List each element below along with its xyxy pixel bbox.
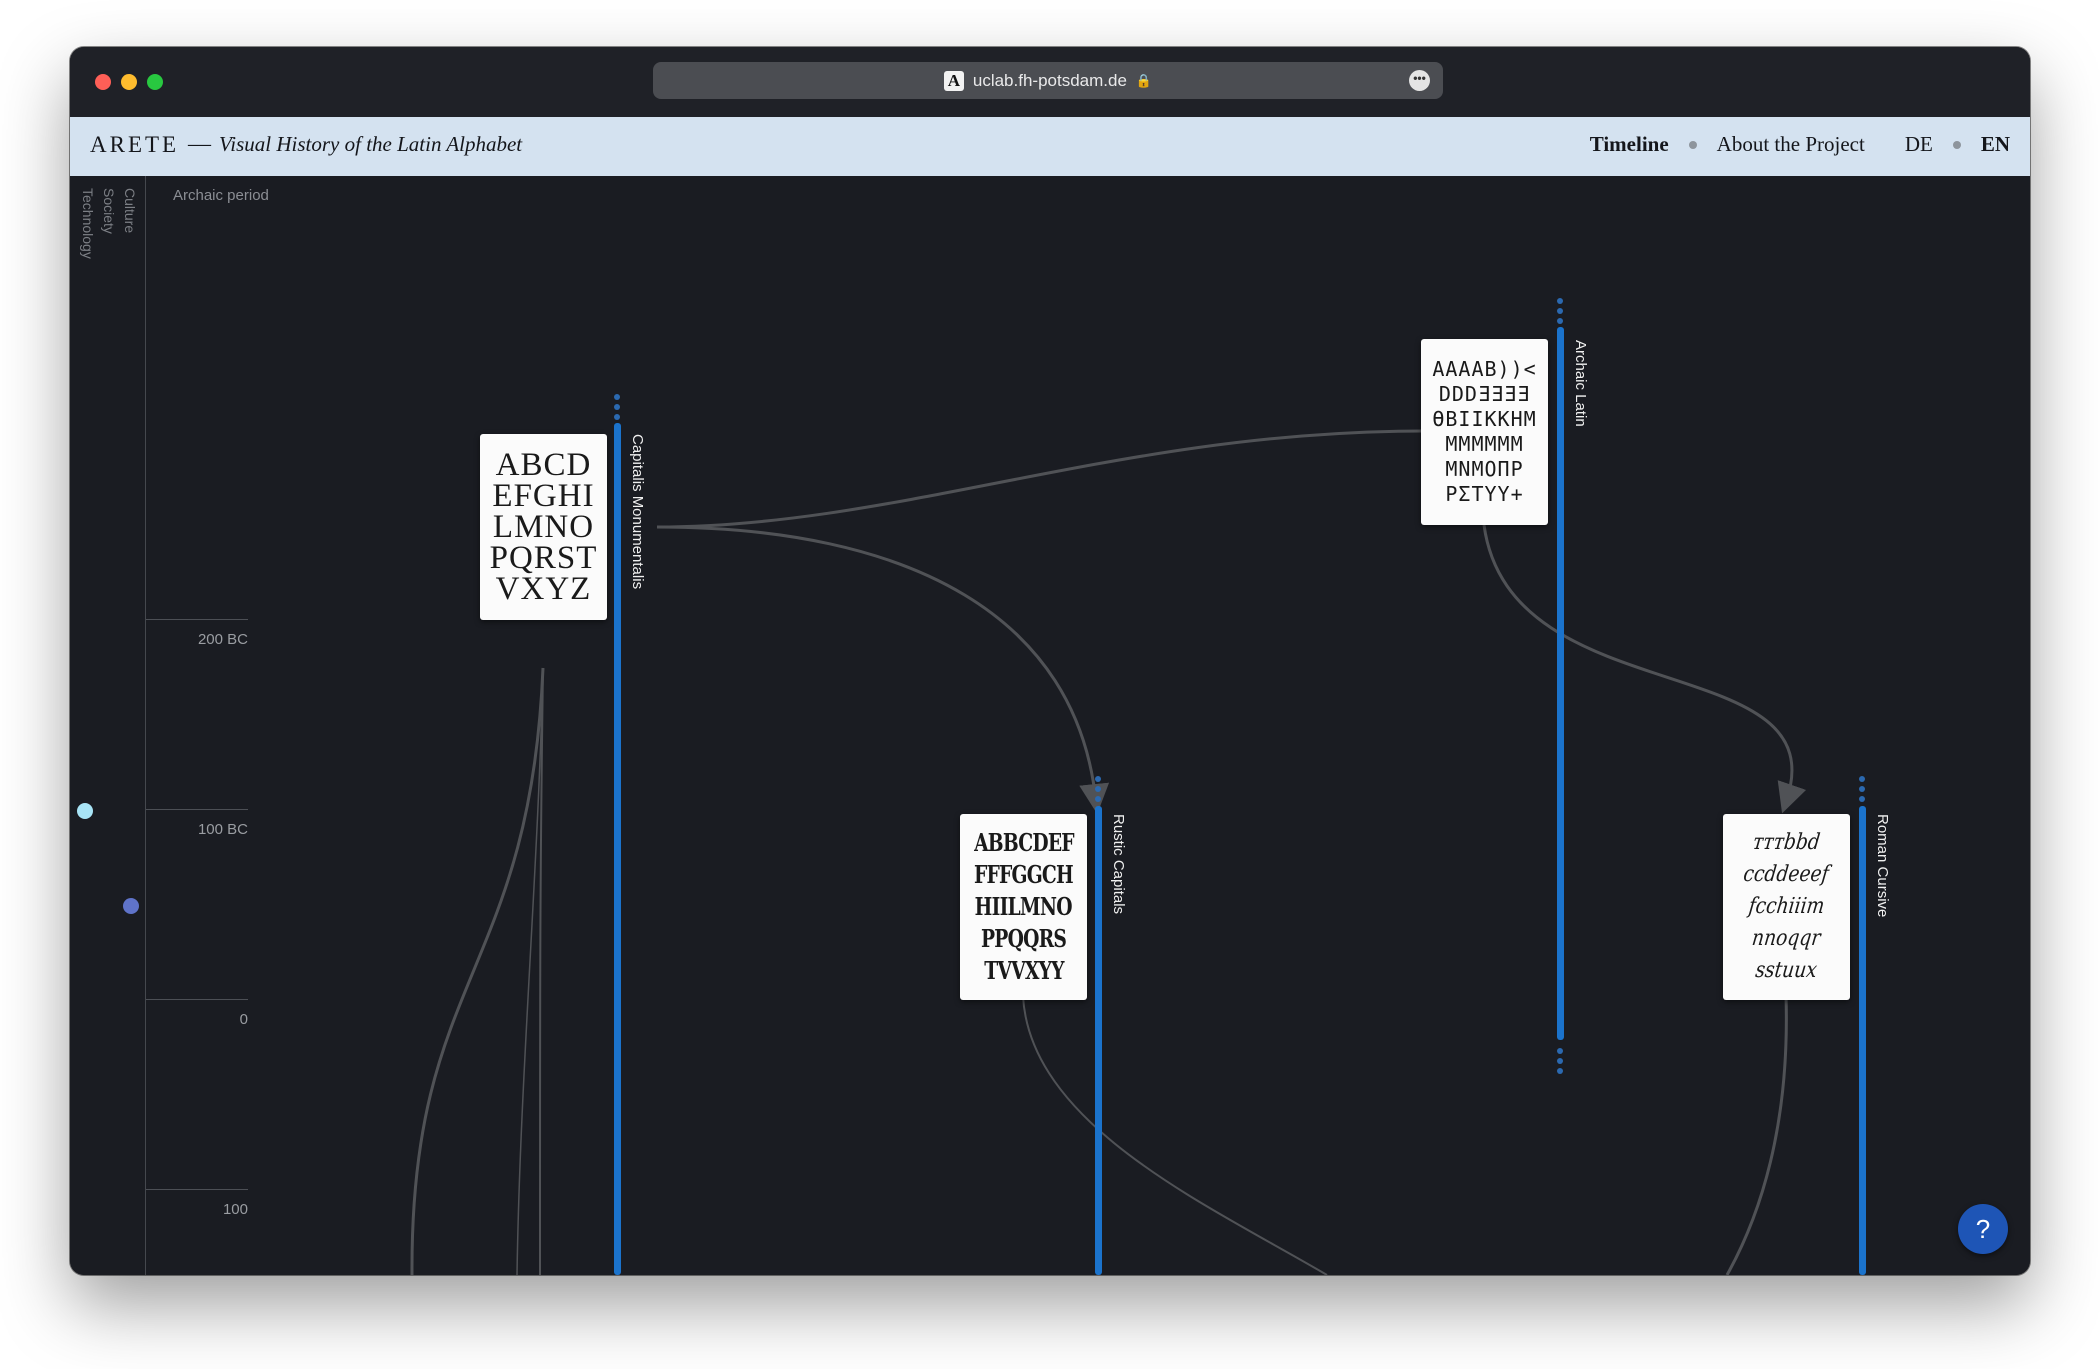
link-capitalis-archaic [656, 429, 1423, 529]
main-nav: Timeline About the Project DE EN [1590, 132, 2010, 157]
script-card-capitalis-monumentalis[interactable]: ABCD EFGHI LMNO PQRST VXYZ [480, 434, 607, 620]
glyph-row: LMNO [492, 508, 595, 545]
link-archaic-cursive [1482, 524, 1807, 814]
glyph-row: TVVXYY [983, 956, 1064, 985]
minimize-window-button[interactable] [121, 74, 137, 90]
glyph-row: ΜΝΜΟΠΡ [1445, 457, 1524, 481]
site-header: ARETE — Visual History of the Latin Alph… [70, 117, 2030, 176]
track-label-rustic-capitals[interactable]: Rustic Capitals [1110, 814, 1127, 914]
glyph-row: sstuux [1754, 958, 1819, 983]
track-continuation-dots [1095, 776, 1101, 806]
zoom-window-button[interactable] [147, 74, 163, 90]
glyph-row: PQRST [489, 539, 598, 576]
browser-toolbar: A uclab.fh-potsdam.de 🔒 ••• [70, 47, 2030, 117]
lang-en-link[interactable]: EN [1981, 132, 2010, 157]
track-capitalis-monumentalis[interactable] [614, 423, 621, 1275]
close-window-button[interactable] [95, 74, 111, 90]
browser-window: A uclab.fh-potsdam.de 🔒 ••• ARETE — Visu… [70, 47, 2030, 1275]
link-capitalis-down-2 [410, 667, 545, 1275]
track-rustic-capitals[interactable] [1095, 806, 1102, 1275]
link-capitalis-rustic [656, 525, 1110, 814]
track-continuation-dots [1859, 776, 1865, 806]
address-bar[interactable]: A uclab.fh-potsdam.de 🔒 ••• [653, 62, 1443, 99]
brand-logo[interactable]: ARETE [90, 132, 179, 158]
glyph-row: ABCD [495, 446, 592, 483]
track-roman-cursive[interactable] [1859, 806, 1866, 1275]
glyph-row: ᴛᴛᴛbbd [1751, 830, 1822, 855]
glyph-row: VXYZ [495, 570, 592, 607]
script-card-archaic-latin[interactable]: AAAAB))< DDDƎƎƎƎ ӨBIIKKHM ΜΜΜΜΜΜ ΜΝΜΟΠΡ … [1421, 339, 1548, 525]
glyph-row: nnoqqr [1750, 926, 1823, 951]
lang-de-link[interactable]: DE [1905, 132, 1933, 157]
lock-icon: 🔒 [1135, 72, 1153, 88]
glyph-row: ΡΣΤΥΥ+ [1445, 482, 1524, 506]
timeline-canvas[interactable]: Technology Society Culture Archaic perio… [70, 176, 2030, 1275]
site-tagline: Visual History of the Latin Alphabet [219, 132, 523, 156]
track-continuation-dots [614, 394, 620, 424]
glyph-row: EFGHI [492, 477, 595, 514]
glyph-row: ΜΜΜΜΜΜ [1445, 432, 1524, 456]
nav-timeline-link[interactable]: Timeline [1590, 132, 1669, 157]
glyph-row: HIILMNO [974, 892, 1073, 921]
track-archaic-latin[interactable] [1557, 327, 1564, 1040]
script-card-rustic-capitals[interactable]: ABBCDEF FFFGGCH HIILMNO PPQQRS TVVXYY [960, 814, 1087, 1000]
glyph-row: ABBCDEF [973, 828, 1075, 857]
url-text: uclab.fh-potsdam.de [972, 70, 1127, 90]
track-label-capitalis-monumentalis[interactable]: Capitalis Monumentalis [629, 434, 646, 589]
lang-separator-dot [1952, 140, 1961, 149]
glyph-row: AAAAB))< [1432, 357, 1537, 381]
link-cursive-down [1725, 995, 1788, 1275]
glyph-row: FFFGGCH [974, 860, 1074, 889]
glyph-row: PPQQRS [980, 924, 1067, 953]
glyph-row: ӨBIIKKHM [1432, 407, 1537, 431]
glyph-row: ccddeeef [1742, 862, 1831, 887]
brand-separator: — [188, 131, 211, 156]
script-card-roman-cursive[interactable]: ᴛᴛᴛbbd ccddeeef fcchiiim nnoqqr sstuux [1723, 814, 1850, 1000]
nav-separator-dot [1688, 140, 1697, 149]
track-continuation-dots [1557, 1048, 1563, 1078]
link-rustic-down [1022, 995, 1328, 1275]
glyph-row: DDDƎƎƎƎ [1438, 382, 1531, 406]
glyph-row: fcchiiim [1747, 894, 1826, 919]
nav-about-link[interactable]: About the Project [1717, 132, 1865, 157]
site-favicon-icon: A [943, 70, 964, 91]
track-label-archaic-latin[interactable]: Archaic Latin [1572, 340, 1589, 427]
help-button[interactable]: ? [1958, 1204, 2008, 1254]
more-options-icon[interactable]: ••• [1409, 70, 1430, 91]
script-connections [410, 429, 1807, 1275]
track-label-roman-cursive[interactable]: Roman Cursive [1874, 814, 1891, 917]
track-continuation-dots [1557, 298, 1563, 328]
